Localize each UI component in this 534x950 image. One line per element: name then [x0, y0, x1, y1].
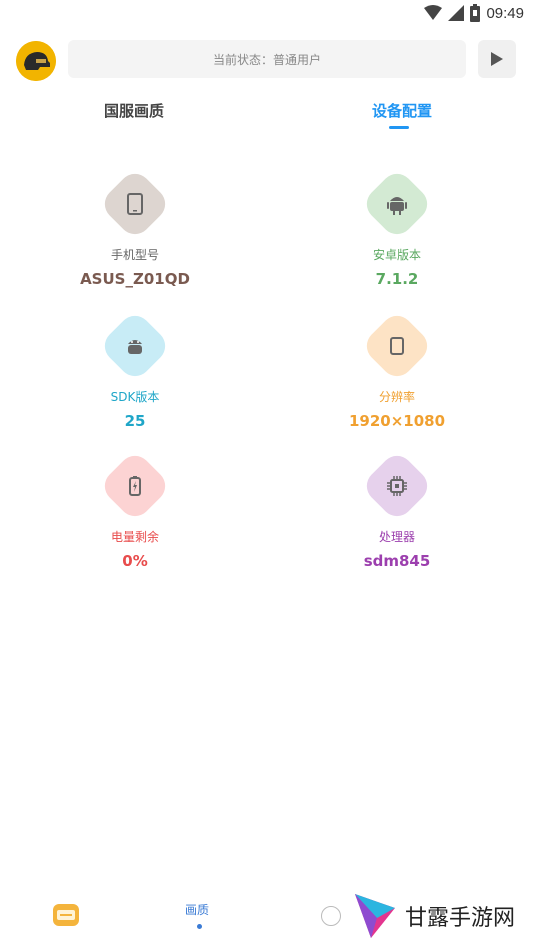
processor-value: sdm845 [363, 552, 431, 570]
tab-national-quality[interactable]: 国服画质 [104, 100, 164, 121]
nav-pubg-button[interactable] [53, 904, 79, 926]
device-model-card: 手机型号 ASUS_Z01QD [35, 167, 235, 298]
bottom-nav: 画质 甘露手游网 [0, 880, 534, 950]
sdk-version-card: SDK版本 25 [35, 309, 235, 440]
tab-device-config[interactable]: 设备配置 [372, 100, 432, 121]
helmet-avatar-icon [16, 41, 56, 81]
sdk-version-value: 25 [124, 412, 146, 430]
tablet-icon [390, 337, 404, 355]
watermark-logo-icon [355, 894, 395, 938]
user-status-bar: 当前状态：普通用户 [68, 40, 466, 78]
play-icon [491, 52, 503, 66]
play-button[interactable] [478, 40, 516, 78]
nav-third-tab-icon[interactable] [321, 906, 341, 926]
processor-badge [360, 449, 434, 523]
status-time: 09:49 [486, 4, 524, 22]
pubg-logo-icon [57, 910, 75, 920]
resolution-badge [360, 309, 434, 383]
android-version-badge [360, 167, 434, 241]
watermark: 甘露手游网 [351, 892, 515, 940]
avatar[interactable] [16, 41, 56, 81]
battery-status-icon [470, 4, 481, 22]
device-model-label: 手机型号 [110, 248, 159, 262]
sdk-version-badge [98, 309, 172, 383]
resolution-card: 分辨率 1920×1080 [297, 309, 497, 440]
status-icons: 09:49 [424, 4, 524, 22]
active-tab-indicator [389, 126, 409, 129]
nav-active-dot [197, 924, 202, 929]
device-model-value: ASUS_Z01QD [80, 270, 190, 288]
processor-label: 处理器 [378, 530, 415, 544]
android-version-card: 安卓版本 7.1.2 [297, 167, 497, 298]
user-status-text: 当前状态：普通用户 [212, 52, 321, 67]
sdk-version-label: SDK版本 [110, 390, 160, 404]
resolution-value: 1920×1080 [348, 412, 446, 430]
resolution-label: 分辨率 [378, 390, 415, 404]
android-version-value: 7.1.2 [375, 270, 419, 288]
battery-label: 电量剩余 [110, 530, 159, 544]
processor-card: 处理器 sdm845 [297, 449, 497, 580]
android-version-label: 安卓版本 [372, 248, 421, 262]
status-bar: 09:49 [0, 0, 534, 28]
battery-card: 电量剩余 0% [35, 449, 235, 580]
battery-badge [98, 449, 172, 523]
phone-icon [127, 193, 143, 215]
signal-icon [448, 5, 465, 21]
device-model-badge [98, 167, 172, 241]
android-icon [387, 197, 407, 215]
cpu-icon [387, 476, 407, 496]
android-robot-icon [128, 340, 142, 354]
nav-quality-tab[interactable]: 画质 [185, 901, 209, 918]
wifi-icon [424, 5, 443, 20]
battery-icon [129, 476, 141, 496]
watermark-text: 甘露手游网 [405, 906, 516, 931]
battery-value: 0% [122, 552, 148, 570]
